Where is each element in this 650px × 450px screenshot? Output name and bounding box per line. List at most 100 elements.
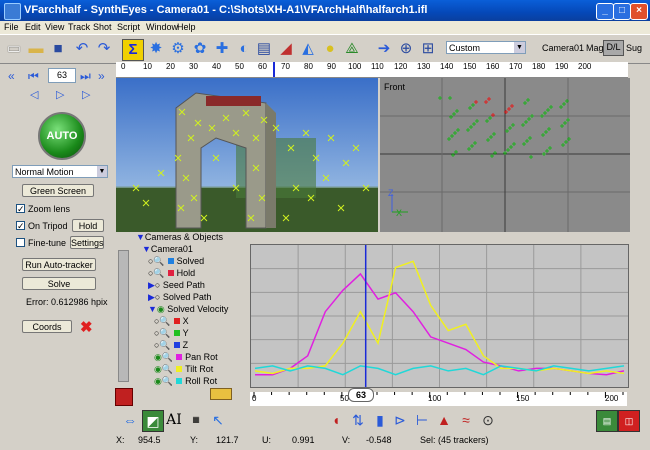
settings-button[interactable]: Settings [70,236,104,249]
maximize-button[interactable]: □ [613,3,631,20]
open-folder-icon[interactable]: ▬ [26,39,46,59]
wave-icon[interactable]: ≈ [456,410,476,430]
current-frame-marker[interactable] [273,62,275,77]
perspective-icon[interactable]: ◭ [298,39,318,59]
dl-toggle[interactable]: D/L [603,40,624,56]
key-add-icon[interactable]: ▮ [370,410,390,430]
tree-camera[interactable]: ▼Camera01 [142,244,193,254]
mesh-icon[interactable]: ● [320,39,340,59]
menu-help[interactable]: Help [177,22,196,32]
fine-tune-checkbox[interactable] [16,238,25,247]
redo-icon[interactable]: ↷ [94,39,114,59]
hold-button[interactable]: Hold [72,219,104,232]
on-tripod-checkbox[interactable]: ✓ [16,221,25,231]
menu-script[interactable]: Script [117,22,140,32]
frame-ruler[interactable]: 0 10 20 30 40 50 60 70 80 90 100 110 120… [116,62,628,78]
tree-item-tilt-rot[interactable]: ◉🔍 Tilt Rot [154,364,213,375]
axis-tick-label: 200 [605,394,619,403]
zoom-lens-checkbox[interactable]: ✓ [16,204,25,214]
menu-view[interactable]: View [45,22,64,32]
rewind-start-icon[interactable]: « [8,69,15,83]
camera-viewport[interactable] [116,78,378,232]
settings-gear-icon[interactable]: ⚙ [168,39,188,59]
frame-fit-icon[interactable]: ⊞ [418,39,438,59]
forward-arrow-icon[interactable]: ➔ [374,39,394,59]
curve-graph[interactable] [250,244,629,388]
key-end-icon[interactable]: ⊢ [412,410,432,430]
step-back-key-icon[interactable]: ⏮ [28,69,39,84]
feature-icon[interactable]: ◐ [234,39,254,59]
tree-root[interactable]: ▼Cameras & Objects [136,232,223,242]
delete-icon[interactable]: ✖ [80,318,93,336]
graph-frame-marker[interactable]: 63 [348,388,374,402]
mag-toggle[interactable]: Mag [586,43,604,53]
error-view-icon[interactable]: ◫ [618,410,640,432]
tree-item-seed-path[interactable]: ▶○ Seed Path [148,280,205,291]
auto-button[interactable]: AUTO [38,112,86,160]
play-icon[interactable]: ▷ [56,88,64,101]
tracker-icon[interactable]: ✸ [146,39,166,59]
phase-icon[interactable]: ⟁ [342,39,362,59]
key-left-icon[interactable]: ◖ [326,410,346,430]
front-viewport[interactable]: Front Z X [380,78,630,232]
key-right-icon[interactable]: ⊳ [390,410,410,430]
tree-item-roll-rot[interactable]: ◉🔍 Roll Rot [154,376,217,387]
ruler-tick: 30 [189,62,198,71]
sug-toggle[interactable]: Sug [626,43,642,53]
minimize-button[interactable]: _ [596,3,614,20]
menu-track[interactable]: Track [68,22,90,32]
tree-item-y[interactable]: ○🔍 Y [154,328,189,339]
front-tracker-mark [563,121,567,125]
close-button[interactable]: × [630,3,648,20]
solve-button[interactable]: Solve [22,277,96,290]
next-frame-icon[interactable]: ▷ [82,88,90,101]
tape-icon[interactable] [210,388,232,400]
graph-editor-icon[interactable]: ◢ [276,39,296,59]
coordinate-icon[interactable]: ✚ [212,39,232,59]
tree-item-solved-path[interactable]: ▶○ Solved Path [148,292,211,303]
coords-button[interactable]: Coords [22,320,72,333]
frame-number-input[interactable]: 63 [48,68,76,83]
view-layout-select[interactable]: Custom ▼ [446,41,526,54]
calculator-icon[interactable]: ▤ [254,39,274,59]
tree-item-z[interactable]: ○🔍 Z [154,340,188,351]
key-nav-icon[interactable]: ⇅ [348,410,368,430]
graph-view-icon[interactable]: ▤ [596,410,618,432]
tree-scrollbar[interactable] [118,250,129,382]
tracker-info-icon[interactable]: ▦ [186,410,206,430]
front-tracker-mark [560,124,564,128]
menu-shot[interactable]: Shot [93,22,112,32]
menu-edit[interactable]: Edit [25,22,41,32]
undo-icon[interactable]: ↶ [72,39,92,59]
tree-item-solved[interactable]: ○🔍 Solved [148,256,204,267]
front-tracker-mark [566,118,570,122]
menu-file[interactable]: File [4,22,19,32]
tree-item-solved-velocity[interactable]: ▼◉ Solved Velocity [148,304,228,315]
run-autotracker-button[interactable]: Run Auto-tracker [22,258,96,271]
tree-item-hold[interactable]: ○🔍 Hold [148,268,195,279]
zoom-icon[interactable]: ⊕ [396,39,416,59]
new-file-icon[interactable]: ▭ [4,39,24,59]
prev-frame-icon[interactable]: ◁ [30,88,38,101]
tree-item-pan-rot[interactable]: ◉🔍 Pan Rot [154,352,218,363]
pointer-icon[interactable]: ↖ [208,410,228,430]
text-tool-icon[interactable]: AI [164,410,184,430]
spike-icon[interactable]: ▲ [434,410,454,430]
solver-icon[interactable]: Σ [122,39,144,61]
zoom-graph-icon[interactable]: ⊙ [478,410,498,430]
front-tracker-mark [543,111,547,115]
graph-frame-axis[interactable]: 0 50 100 150 200 [250,392,627,406]
front-tracker-mark [469,125,473,129]
save-icon[interactable]: ■ [48,39,68,59]
graph-mode-icon[interactable]: ◩ [142,410,164,432]
axis-z-label: Z [388,188,394,198]
step-forward-key-icon[interactable]: ⏭ [80,69,91,84]
menu-window[interactable]: Window [146,22,178,32]
tree-item-x[interactable]: ○🔍 X [154,316,189,327]
motion-select[interactable]: Normal Motion ▼ [12,165,108,178]
lens-icon[interactable]: ✿ [190,39,210,59]
forward-end-icon[interactable]: » [98,69,105,83]
record-icon[interactable] [115,388,133,406]
green-screen-button[interactable]: Green Screen [22,184,94,197]
link-icon[interactable]: ⇔ [120,410,140,430]
